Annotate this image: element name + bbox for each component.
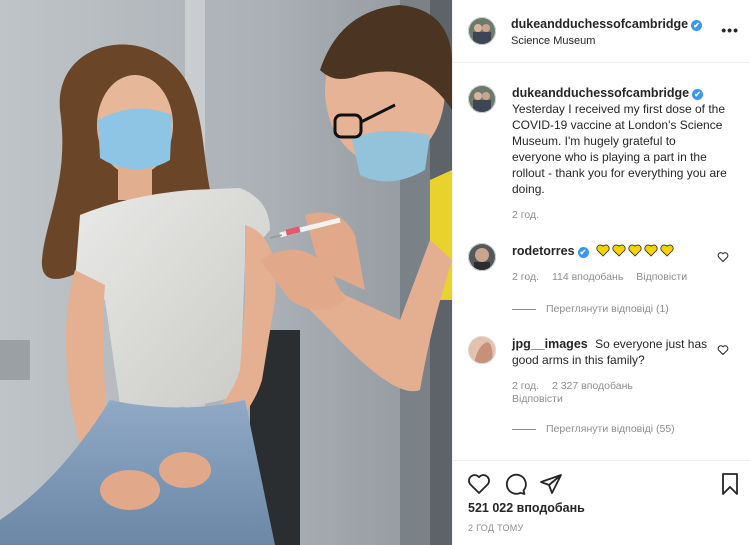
comments-section[interactable]: dukeandduchessofcambridge ✔ Yesterday I r… <box>453 64 750 460</box>
caption-author-avatar[interactable] <box>468 85 496 113</box>
comment-time[interactable]: 2 год. <box>512 271 539 283</box>
like-heart-icon[interactable] <box>467 472 491 496</box>
like-comment-heart-icon[interactable] <box>717 344 729 356</box>
reply-button[interactable]: Відповісти <box>636 271 687 283</box>
yellow-heart-icon <box>612 244 626 257</box>
post-location[interactable]: Science Museum <box>511 35 595 47</box>
yellow-hearts-emoji <box>596 244 676 258</box>
commenter-username[interactable]: rodetorres ✔ <box>512 244 589 258</box>
caption-time[interactable]: 2 год. <box>512 209 539 221</box>
commenter-username-text[interactable]: rodetorres <box>512 244 575 258</box>
caption-body: dukeandduchessofcambridge ✔ Yesterday I r… <box>512 85 727 197</box>
post-time-ago[interactable]: 2 ГОД ТОМУ <box>468 523 524 533</box>
view-replies-label[interactable]: Переглянути відповіді (1) <box>546 303 669 315</box>
vaccination-photo-illustration <box>0 0 452 545</box>
view-replies-label[interactable]: Переглянути відповіді (55) <box>546 423 675 435</box>
like-comment-heart-icon[interactable] <box>717 251 729 263</box>
view-replies-button[interactable]: Переглянути відповіді (55) <box>512 423 675 435</box>
verified-icon: ✔ <box>577 247 589 258</box>
comment-likes[interactable]: 2 327 вподобань <box>552 380 633 392</box>
comment-time[interactable]: 2 год. <box>512 380 539 392</box>
share-paper-plane-icon[interactable] <box>539 472 563 496</box>
reply-button[interactable]: Відповісти <box>512 393 563 405</box>
commenter-avatar[interactable] <box>468 336 496 364</box>
post-side-panel: dukeandduchessofcambridge ✔ Science Museu… <box>452 0 750 545</box>
verified-icon: ✔ <box>691 20 703 31</box>
caption-username-text[interactable]: dukeandduchessofcambridge <box>512 86 689 100</box>
comment-meta: 2 год. 2 327 вподобань Відповісти <box>512 380 652 406</box>
yellow-heart-icon <box>596 244 610 257</box>
yellow-heart-icon <box>660 244 674 257</box>
save-bookmark-icon[interactable] <box>718 472 742 496</box>
comment-body: jpg__images So everyone just has good ar… <box>512 336 717 368</box>
yellow-heart-icon <box>644 244 658 257</box>
post-photo[interactable] <box>0 0 452 545</box>
comment-bubble-icon[interactable] <box>503 472 527 496</box>
caption-meta: 2 год. <box>512 209 549 221</box>
caption-text: Yesterday I received my first dose of th… <box>512 102 727 196</box>
yellow-heart-icon <box>628 244 642 257</box>
view-replies-button[interactable]: Переглянути відповіді (1) <box>512 303 669 315</box>
author-username-text[interactable]: dukeandduchessofcambridge <box>511 17 688 31</box>
post-header: dukeandduchessofcambridge ✔ Science Museu… <box>453 0 750 63</box>
more-options-button[interactable]: ••• <box>721 22 739 38</box>
comment-body: rodetorres ✔ <box>512 243 717 259</box>
verified-icon: ✔ <box>692 89 704 100</box>
author-username[interactable]: dukeandduchessofcambridge ✔ <box>511 17 703 31</box>
comment-likes[interactable]: 114 вподобань <box>552 271 623 283</box>
post-likes-count[interactable]: 521 022 вподобань <box>468 501 585 515</box>
author-avatar[interactable] <box>468 17 496 45</box>
comment-meta: 2 год. 114 вподобань Відповісти <box>512 271 697 283</box>
replies-divider <box>512 308 536 310</box>
commenter-avatar[interactable] <box>468 243 496 271</box>
commenter-username[interactable]: jpg__images <box>512 337 588 351</box>
replies-divider <box>512 428 536 430</box>
caption-author-username[interactable]: dukeandduchessofcambridge ✔ <box>512 86 704 100</box>
